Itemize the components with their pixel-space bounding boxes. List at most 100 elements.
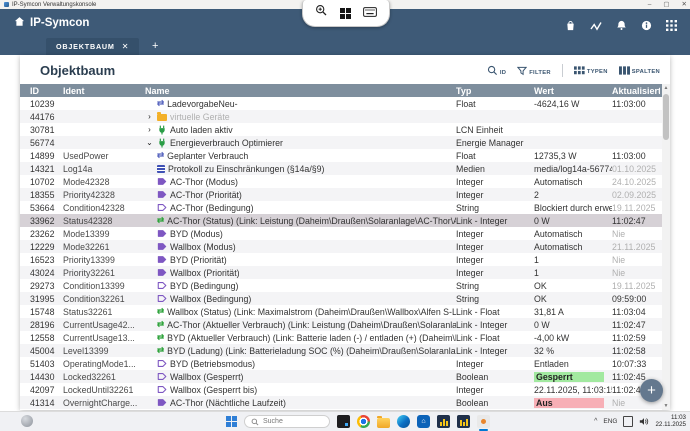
table-row[interactable]: 53664Condition42328AC-Thor (Bedingung)St… <box>20 201 670 214</box>
table-row[interactable]: 16523Priority13399BYD (Priorität)Integer… <box>20 253 670 266</box>
taskbar-app-icon[interactable] <box>337 415 350 428</box>
cell-ident: CurrentUsage42... <box>63 320 145 330</box>
col-aktualisiert[interactable]: Aktualisiert <box>612 86 660 96</box>
table-row[interactable]: 30781›Auto laden aktivLCN Einheit <box>20 123 670 136</box>
cell-wert: 31,81 A <box>534 307 612 317</box>
table-row[interactable]: 14899UsedPower⇄Geplanter VerbrauchFloat1… <box>20 149 670 162</box>
tab-objektbaum[interactable]: OBJEKTBAUM ✕ <box>46 38 139 55</box>
search-id-button[interactable]: ID <box>487 65 506 76</box>
table-row[interactable]: 10239⇄LadevorgabeNeu-Float-4624,16 W11:0… <box>20 97 670 110</box>
table-row[interactable]: 51403OperatingMode1...BYD (Betriebsmodus… <box>20 357 670 370</box>
touch-keyboard-icon[interactable] <box>623 416 633 427</box>
variable-tag-outline-icon <box>157 385 167 394</box>
table-row[interactable]: 14430Locked32261Wallbox (Gesperrt)Boolea… <box>20 370 670 383</box>
expand-icon[interactable]: › <box>145 125 154 134</box>
cell-id: 33962 <box>30 216 63 226</box>
active-app-icon[interactable] <box>477 415 490 428</box>
table-row[interactable]: 45004Level13399⇄BYD (Ladung) (Link: Batt… <box>20 344 670 357</box>
col-ident[interactable]: Ident <box>63 86 145 96</box>
cell-id: 30781 <box>30 125 63 135</box>
microsoft-store-icon[interactable]: ⌂ <box>417 415 430 428</box>
cell-aktualisiert: 10:07:33 <box>612 359 660 369</box>
grid-view-icon[interactable] <box>340 8 351 19</box>
minimize-button[interactable]: – <box>648 1 652 8</box>
expand-icon[interactable]: › <box>145 112 154 121</box>
filter-button[interactable]: FILTER <box>517 66 551 76</box>
cell-name: ›Auto laden aktiv <box>145 125 456 135</box>
col-name[interactable]: Name <box>145 86 456 96</box>
table-row[interactable]: 10702Mode42328AC-Thor (Modus)IntegerAuto… <box>20 175 670 188</box>
zoom-in-icon[interactable] <box>315 4 328 22</box>
table-row[interactable]: 23262Mode13399BYD (Modus)IntegerAutomati… <box>20 227 670 240</box>
table-header: ID Ident Name Typ Wert Aktualisiert <box>20 84 670 97</box>
keyboard-icon[interactable] <box>363 4 377 22</box>
taskbar-clock[interactable]: 11:03 22.11.2025 <box>655 415 686 429</box>
table-row[interactable]: 12229Mode32261Wallbox (Modus)IntegerAuto… <box>20 240 670 253</box>
cell-name: Wallbox (Bedingung) <box>145 294 456 304</box>
cell-ident: LockedUntil32261 <box>63 385 145 395</box>
cell-ident: Priority32261 <box>63 268 145 278</box>
cell-aktualisiert: 19.11.2025 <box>612 203 660 213</box>
variable-tag-icon <box>157 242 167 251</box>
scroll-down-icon[interactable]: ▼ <box>662 402 670 410</box>
tab-add-button[interactable]: + <box>152 41 158 52</box>
link-icon: ⇄ <box>157 333 164 342</box>
activity-icon[interactable] <box>590 21 602 31</box>
table-scrollbar[interactable]: ▲ ▼ <box>662 84 670 410</box>
cell-name: BYD (Priorität) <box>145 255 456 265</box>
table-row[interactable]: 29273Condition13399BYD (Bedingung)String… <box>20 279 670 292</box>
table-row[interactable]: 12558CurrentUsage13...⇄BYD (Aktueller Ve… <box>20 331 670 344</box>
home-icon[interactable] <box>14 16 25 30</box>
table-row[interactable]: 44176›virtuelle Geräte <box>20 110 670 123</box>
cell-name: ⇄BYD (Ladung) (Link: Batterieladung SOC … <box>145 346 456 356</box>
table-row[interactable]: 41314OvernightCharge...AC-Thor (Nächtlic… <box>20 396 670 409</box>
variable-sync-icon: ⇄ <box>157 99 164 108</box>
cell-name: AC-Thor (Nächtliche Laufzeit) <box>145 398 456 408</box>
cell-aktualisiert: 11:03:04 <box>612 307 660 317</box>
console-app-icon-1[interactable] <box>437 415 450 428</box>
col-id[interactable]: ID <box>30 86 63 96</box>
notifications-bell-icon[interactable] <box>616 20 627 31</box>
edge-icon[interactable] <box>397 415 410 428</box>
add-object-fab[interactable]: + <box>640 379 663 402</box>
tab-close-icon[interactable]: ✕ <box>122 42 130 51</box>
col-wert[interactable]: Wert <box>534 86 612 96</box>
apps-grid-icon[interactable] <box>666 20 677 31</box>
table-row[interactable]: 33962Status42328⇄AC-Thor (Status) (Link:… <box>20 214 670 227</box>
tray-expand-icon[interactable]: ^ <box>594 418 597 425</box>
table-row[interactable]: 28196CurrentUsage42...⇄AC-Thor (Aktuelle… <box>20 318 670 331</box>
table-row[interactable]: 56774⌄Energieverbrauch OptimiererEnergie… <box>20 136 670 149</box>
table-row[interactable]: 15748Status32261⇄Wallbox (Status) (Link:… <box>20 305 670 318</box>
volume-icon[interactable] <box>639 413 649 431</box>
collapse-icon[interactable]: ⌄ <box>145 138 154 147</box>
cell-id: 42097 <box>30 385 63 395</box>
close-button[interactable]: ✕ <box>682 1 687 8</box>
table-row[interactable]: 42097LockedUntil32261Wallbox (Gesperrt b… <box>20 383 670 396</box>
table-row[interactable]: 18355Priority42328AC-Thor (Priorität)Int… <box>20 188 670 201</box>
console-app-icon-2[interactable] <box>457 415 470 428</box>
table-row[interactable]: 14321Log14aProtokoll zu Einschränkungen … <box>20 162 670 175</box>
language-indicator[interactable]: ENG <box>603 418 617 425</box>
col-typ[interactable]: Typ <box>456 86 534 96</box>
taskbar-search[interactable]: Suche <box>244 415 330 428</box>
cell-ident: Mode32261 <box>63 242 145 252</box>
cell-id: 14899 <box>30 151 63 161</box>
taskbar-tray-app-icon[interactable] <box>21 415 33 427</box>
file-explorer-icon[interactable] <box>377 418 390 428</box>
instance-plug-icon <box>157 125 167 135</box>
cell-name: BYD (Bedingung) <box>145 281 456 291</box>
table-row[interactable]: 31995Condition32261Wallbox (Bedingung)St… <box>20 292 670 305</box>
cell-id: 45004 <box>30 346 63 356</box>
store-bag-icon[interactable] <box>565 20 576 31</box>
info-icon[interactable] <box>641 20 652 31</box>
scroll-up-icon[interactable]: ▲ <box>662 84 670 92</box>
spalten-button[interactable]: SPALTEN <box>619 66 660 75</box>
typen-button[interactable]: TYPEN <box>574 66 608 75</box>
chrome-icon[interactable] <box>357 415 370 428</box>
value-badge: Gesperrt <box>534 372 604 382</box>
maximize-button[interactable]: ▢ <box>663 1 669 8</box>
cell-wert: Automatisch <box>534 242 612 252</box>
table-row[interactable]: 43024Priority32261Wallbox (Priorität)Int… <box>20 266 670 279</box>
windows-start-icon[interactable] <box>226 416 237 427</box>
scrollbar-thumb[interactable] <box>663 94 669 140</box>
